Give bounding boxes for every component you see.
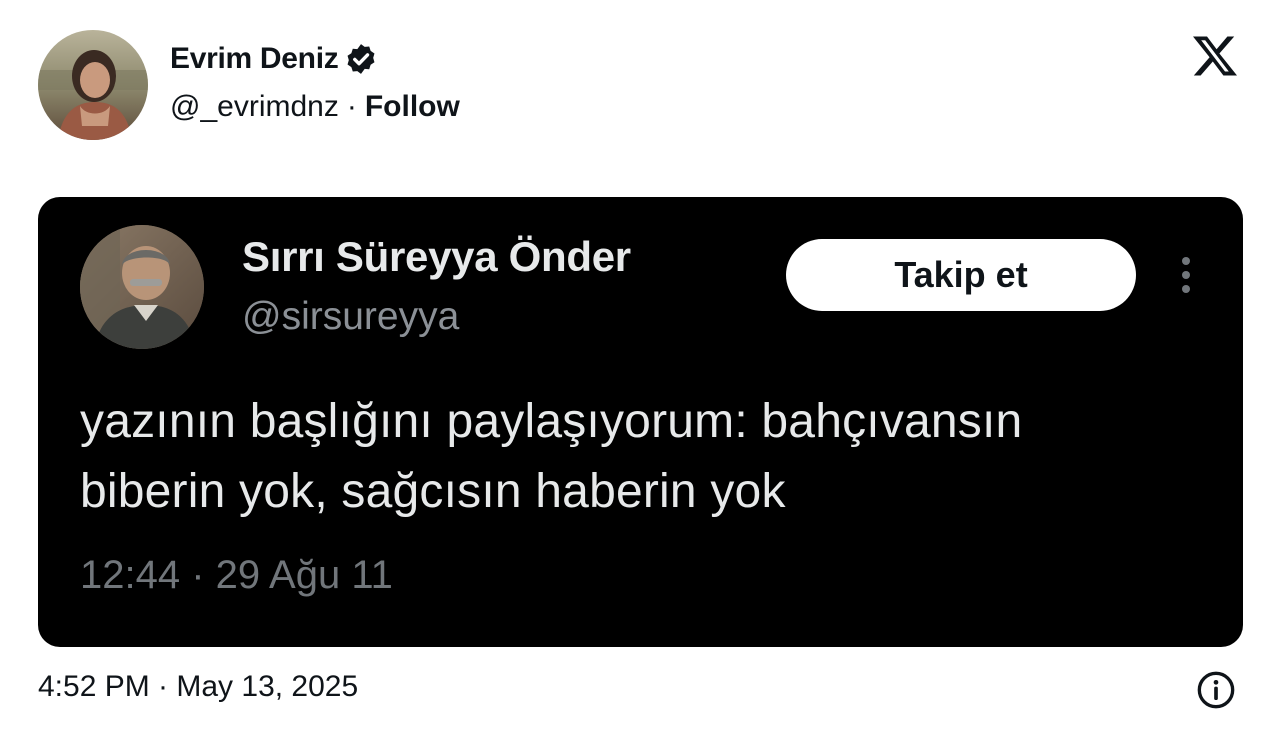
author-name[interactable]: Evrim Deniz	[170, 42, 339, 76]
x-logo-icon[interactable]	[1190, 32, 1240, 80]
embed-author-handle: @sirsureyya	[242, 295, 460, 338]
embed-tweet-text-line1: yazının başlığını paylaşıyorum: bahçıvan…	[80, 395, 1023, 448]
embed-author-name: Sırrı Süreyya Önder	[242, 233, 631, 280]
handle-separator: ·	[346, 90, 357, 123]
verified-badge-icon	[347, 44, 375, 74]
author-avatar-image	[38, 30, 148, 140]
embed-author-avatar-image	[80, 225, 204, 349]
author-name-row: Evrim Deniz	[170, 42, 378, 76]
tweet-embed-page: Evrim Deniz @_evrimdnz · Follow Sırrı Sü…	[0, 0, 1280, 753]
author-handle[interactable]: @_evrimdnz	[170, 90, 339, 124]
embed-follow-button: Takip et	[786, 239, 1136, 311]
tweet-timestamp[interactable]: 4:52 PM · May 13, 2025	[38, 670, 358, 704]
more-options-icon	[1182, 257, 1190, 293]
info-icon[interactable]	[1196, 670, 1236, 710]
embed-tweet-text: yazının başlığını paylaşıyorum: bahçıvan…	[80, 387, 1220, 527]
embed-author-avatar	[80, 225, 204, 349]
embed-tweet-timestamp: 12:44 · 29 Ağu 11	[80, 553, 393, 597]
author-handle-row: @_evrimdnz · Follow	[170, 90, 460, 124]
embed-tweet-text-line2: biberin yok, sağcısın haberin yok	[80, 465, 786, 518]
follow-link[interactable]: Follow	[365, 90, 460, 124]
author-avatar[interactable]	[38, 30, 148, 140]
embedded-tweet-image[interactable]: Sırrı Süreyya Önder @sirsureyya Takip et…	[38, 197, 1243, 647]
